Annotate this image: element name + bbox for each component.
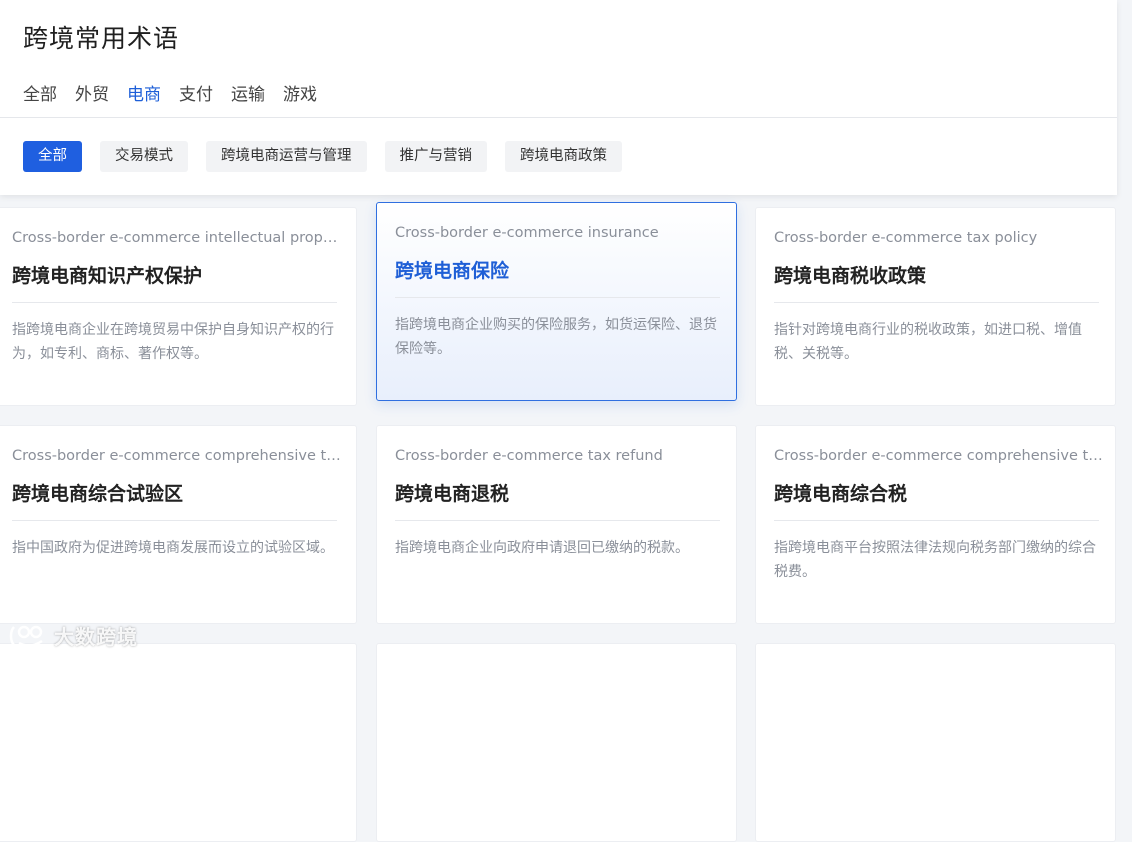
card-description: 指针对跨境电商行业的税收政策，如进口税、增值税、关税等。 bbox=[774, 322, 1082, 362]
tab-shipping[interactable]: 运输 bbox=[231, 82, 265, 108]
card-chinese-term: 跨境电商保险 bbox=[395, 260, 510, 282]
tab-games[interactable]: 游戏 bbox=[283, 82, 317, 108]
card-divider bbox=[12, 520, 337, 521]
term-card[interactable]: Cross-border e-commerce insurance 跨境电商保险… bbox=[376, 202, 737, 401]
card-description: 指跨境电商企业在跨境贸易中保护自身知识产权的行为，如专利、商标、著作权等。 bbox=[12, 322, 334, 362]
term-card[interactable] bbox=[0, 643, 357, 842]
subtab-operations[interactable]: 跨境电商运营与管理 bbox=[206, 141, 367, 172]
card-chinese-term: 跨境电商税收政策 bbox=[774, 265, 927, 287]
card-english-term: Cross-border e-commerce tax refund bbox=[395, 448, 663, 464]
card-description: 指中国政府为促进跨境电商发展而设立的试验区域。 bbox=[12, 540, 334, 556]
card-chinese-term: 跨境电商综合试验区 bbox=[12, 483, 184, 505]
card-description: 指跨境电商平台按照法律法规向税务部门缴纳的综合税费。 bbox=[774, 540, 1096, 580]
subtab-all[interactable]: 全部 bbox=[23, 141, 82, 172]
term-card[interactable]: Cross-border e-commerce tax refund 跨境电商退… bbox=[376, 425, 737, 624]
watermark: 大数跨境 bbox=[8, 621, 138, 650]
tab-ecommerce[interactable]: 电商 bbox=[127, 82, 161, 108]
card-chinese-term: 跨境电商退税 bbox=[395, 483, 510, 505]
card-divider bbox=[12, 302, 337, 303]
subtab-marketing[interactable]: 推广与营销 bbox=[384, 141, 487, 172]
card-divider bbox=[395, 520, 720, 521]
term-card[interactable] bbox=[376, 643, 737, 842]
watermark-text: 大数跨境 bbox=[54, 625, 138, 649]
card-description: 指跨境电商企业向政府申请退回已缴纳的税款。 bbox=[395, 540, 689, 556]
main-tabs: 全部 外贸 电商 支付 运输 游戏 bbox=[23, 82, 335, 108]
tab-all[interactable]: 全部 bbox=[23, 82, 57, 108]
tab-payment[interactable]: 支付 bbox=[179, 82, 213, 108]
header-divider bbox=[0, 117, 1117, 118]
header-panel: 跨境常用术语 全部 外贸 电商 支付 运输 游戏 全部 交易模式 跨境电商运营与… bbox=[0, 0, 1117, 195]
term-card[interactable]: Cross-border e-commerce tax policy 跨境电商税… bbox=[755, 207, 1116, 406]
page-title: 跨境常用术语 bbox=[23, 24, 180, 53]
term-card[interactable]: Cross-border e-commerce intellectual pro… bbox=[0, 207, 357, 406]
subtab-policy[interactable]: 跨境电商政策 bbox=[505, 141, 622, 172]
logo-icon bbox=[9, 625, 43, 647]
term-card[interactable] bbox=[755, 643, 1116, 842]
card-divider bbox=[395, 297, 720, 298]
tab-foreign-trade[interactable]: 外贸 bbox=[75, 82, 109, 108]
term-card[interactable]: Cross-border e-commerce comprehensive ta… bbox=[755, 425, 1116, 624]
card-english-term: Cross-border e-commerce insurance bbox=[395, 225, 659, 241]
card-english-term: Cross-border e-commerce comprehensive ta… bbox=[774, 448, 1104, 464]
card-english-term: Cross-border e-commerce tax policy bbox=[774, 230, 1038, 246]
subtab-trade-mode[interactable]: 交易模式 bbox=[100, 141, 188, 172]
card-chinese-term: 跨境电商综合税 bbox=[774, 483, 908, 505]
card-divider bbox=[774, 302, 1099, 303]
card-description: 指跨境电商企业购买的保险服务，如货运保险、退货保险等。 bbox=[395, 317, 717, 357]
sub-tabs: 全部 交易模式 跨境电商运营与管理 推广与营销 跨境电商政策 bbox=[23, 141, 640, 172]
card-english-term: Cross-border e-commerce intellectual pro… bbox=[12, 230, 342, 246]
term-card[interactable]: Cross-border e-commerce comprehensive te… bbox=[0, 425, 357, 624]
card-divider bbox=[774, 520, 1099, 521]
card-english-term: Cross-border e-commerce comprehensive te… bbox=[12, 448, 342, 464]
card-chinese-term: 跨境电商知识产权保护 bbox=[12, 265, 203, 287]
